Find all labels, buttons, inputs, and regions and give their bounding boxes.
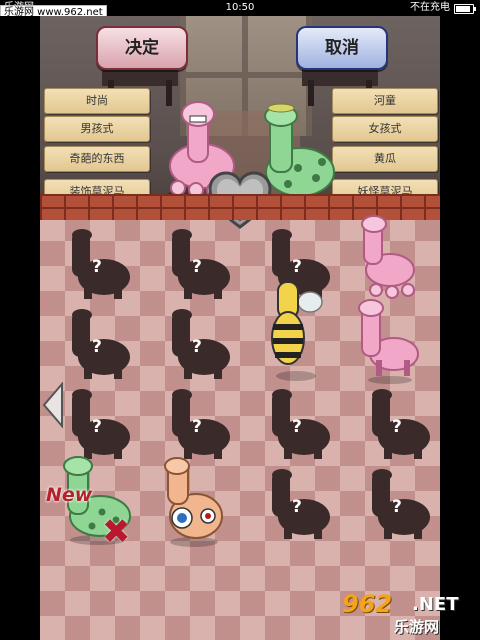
locked-slot[interactable]: ? (70, 309, 132, 381)
unknown-mark: ? (292, 497, 302, 517)
unknown-mark: ? (192, 337, 202, 357)
cancel-button[interactable]: 取消 (296, 26, 388, 70)
unknown-mark: ? (192, 257, 202, 277)
confirm-button[interactable]: 决定 (96, 26, 188, 70)
unknown-mark: ? (392, 417, 402, 437)
pink-alpaca-grid[interactable] (358, 214, 422, 304)
bee-alpaca[interactable] (266, 278, 324, 382)
tag-girlish[interactable]: 女孩式 (332, 116, 438, 142)
watermark-number: 962 (342, 590, 393, 618)
battery-icon (454, 4, 476, 14)
locked-slot[interactable]: ? (170, 229, 232, 301)
locked-slot[interactable]: ? (170, 389, 232, 461)
unknown-mark: ? (192, 417, 202, 437)
locked-slot[interactable]: ? (70, 389, 132, 461)
watermark-bottom: 962 .NET 乐游网 (342, 590, 474, 636)
tag-boyish[interactable]: 男孩式 (44, 116, 150, 142)
unknown-mark: ? (92, 417, 102, 437)
new-badge: New (46, 484, 93, 506)
unknown-mark: ? (292, 257, 302, 277)
unknown-mark: ? (292, 417, 302, 437)
watermark-site: 乐游网 (394, 618, 440, 636)
unknown-mark: ? (92, 337, 102, 357)
battery-status: 不在充电 (410, 2, 450, 13)
locked-slot[interactable]: ? (70, 229, 132, 301)
tag-fashion[interactable]: 时尚 (44, 88, 150, 114)
pink-alpaca-cucumber[interactable] (358, 298, 422, 384)
unknown-mark: ? (92, 257, 102, 277)
left-margin (0, 16, 40, 640)
eyeball-alpaca[interactable] (162, 456, 224, 548)
remove-icon[interactable]: ✖ (102, 512, 131, 552)
locked-slot[interactable]: ? (170, 309, 232, 381)
game-screen: 决定 取消 时尚 男孩式 奇葩的东西 装饰草泥马 河童 女孩式 黄瓜 妖怪草泥马… (40, 16, 440, 640)
watermark-suffix: .NET (412, 594, 459, 615)
left-arrow-icon[interactable] (42, 382, 64, 428)
right-margin (440, 16, 480, 640)
tag-kappa[interactable]: 河童 (332, 88, 438, 114)
locked-slot[interactable]: ? (370, 389, 432, 461)
unknown-mark: ? (392, 497, 402, 517)
locked-slot[interactable]: ? (270, 389, 332, 461)
tag-weird-things[interactable]: 奇葩的东西 (44, 146, 150, 172)
locked-slot[interactable]: ? (370, 469, 432, 541)
tag-cucumber[interactable]: 黄瓜 (332, 146, 438, 172)
locked-slot[interactable]: ? (270, 469, 332, 541)
